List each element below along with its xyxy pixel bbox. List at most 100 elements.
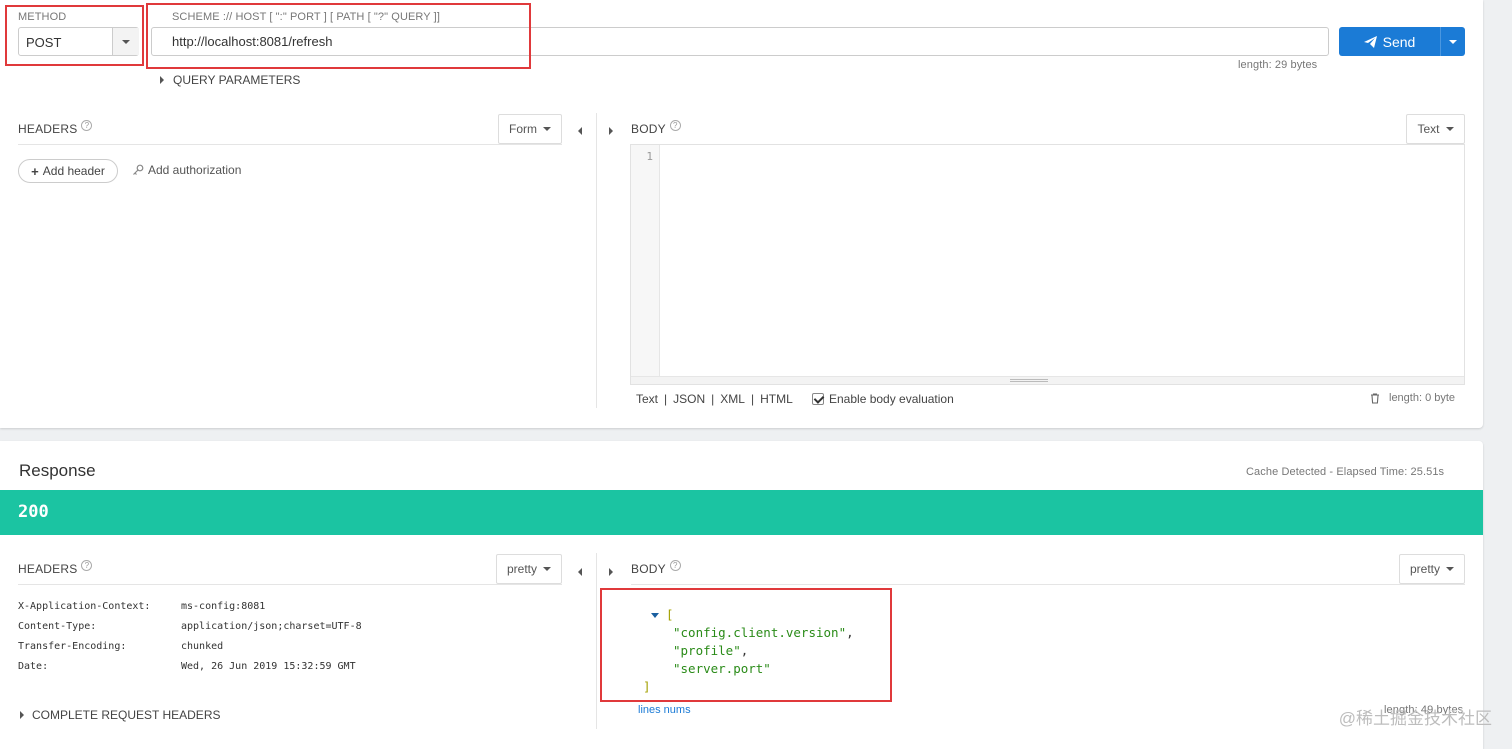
- line-number: 1: [646, 150, 653, 163]
- body-editor[interactable]: 1: [630, 144, 1465, 385]
- json-bracket: ]: [643, 679, 651, 694]
- response-body-mode-value: pretty: [1409, 562, 1440, 576]
- enable-body-evaluation[interactable]: Enable body evaluation: [812, 392, 954, 406]
- add-header-button[interactable]: + Add header: [18, 159, 118, 183]
- header-value: ms-config:8081: [181, 601, 266, 612]
- paper-plane-icon: [1363, 35, 1377, 48]
- separator: |: [711, 392, 715, 406]
- separator: |: [664, 392, 668, 406]
- json-item: "profile",: [673, 643, 749, 658]
- enable-eval-label: Enable body evaluation: [829, 392, 954, 406]
- format-xml-link[interactable]: XML: [720, 392, 745, 406]
- help-icon[interactable]: ?: [669, 560, 681, 571]
- collapse-left-icon[interactable]: [578, 565, 582, 579]
- header-key: Content-Type:: [18, 621, 97, 632]
- help-icon[interactable]: ?: [81, 560, 93, 571]
- response-headers-title-text: HEADERS: [18, 562, 78, 576]
- header-value: application/json;charset=UTF-8: [181, 621, 362, 632]
- json-array-close: ]: [643, 678, 854, 696]
- add-authorization-link[interactable]: Add authorization: [132, 163, 241, 177]
- json-string: "profile": [673, 643, 741, 658]
- help-icon[interactable]: ?: [669, 120, 681, 131]
- method-label: METHOD: [18, 11, 67, 23]
- method-select[interactable]: POST: [18, 27, 139, 56]
- url-format-label: SCHEME :// HOST [ ":" PORT ] [ PATH [ "?…: [172, 11, 440, 23]
- format-html-link[interactable]: HTML: [760, 392, 793, 406]
- trash-icon[interactable]: [1370, 392, 1380, 404]
- response-headers-mode-value: pretty: [506, 562, 537, 576]
- complete-request-headers-toggle[interactable]: COMPLETE REQUEST HEADERS: [20, 708, 220, 722]
- json-item: "server.port": [651, 660, 854, 678]
- watermark: @稀土掘金技术社区: [1338, 709, 1492, 728]
- headers-mode-select[interactable]: Form: [498, 114, 562, 144]
- body-length-info: length: 0 byte: [1370, 392, 1455, 404]
- collapse-left-icon[interactable]: [578, 124, 582, 138]
- json-string: "config.client.version": [673, 625, 847, 640]
- separator: |: [750, 392, 755, 406]
- response-body-title-text: BODY: [631, 562, 666, 576]
- divider: [18, 144, 562, 145]
- request-body-title: BODY?: [631, 120, 681, 136]
- complete-request-headers-label: COMPLETE REQUEST HEADERS: [32, 708, 221, 722]
- response-body-mode-select[interactable]: pretty: [1399, 554, 1465, 584]
- body-mode-value: Text: [1417, 122, 1440, 136]
- help-icon[interactable]: ?: [81, 120, 93, 131]
- panel-splitter[interactable]: [596, 113, 597, 408]
- chevron-right-icon: [20, 711, 24, 719]
- header-key: Transfer-Encoding:: [18, 641, 127, 652]
- divider: [18, 584, 562, 585]
- header-key: X-Application-Context:: [18, 601, 151, 612]
- send-button[interactable]: Send: [1339, 27, 1441, 56]
- chevron-down-icon: [1449, 39, 1457, 44]
- chevron-down-icon: [122, 39, 130, 44]
- send-label: Send: [1382, 33, 1416, 50]
- header-key: Date:: [18, 661, 49, 672]
- line-number-gutter: 1: [631, 145, 660, 376]
- query-parameters-toggle[interactable]: QUERY PARAMETERS: [160, 73, 300, 87]
- chevron-down-icon: [543, 567, 551, 571]
- url-input[interactable]: [151, 27, 1329, 56]
- key-icon: [133, 164, 144, 175]
- header-row: Transfer-Encoding: chunked: [18, 641, 362, 661]
- format-text-link[interactable]: Text: [636, 392, 658, 406]
- response-headers-mode-select[interactable]: pretty: [496, 554, 562, 584]
- chevron-down-icon: [1446, 567, 1454, 571]
- send-button-group[interactable]: Send: [1339, 27, 1465, 56]
- format-json-link[interactable]: JSON: [673, 392, 705, 406]
- chevron-down-icon: [543, 127, 551, 131]
- send-options-toggle[interactable]: [1441, 27, 1465, 56]
- header-value: chunked: [181, 641, 224, 652]
- status-code: 200: [18, 502, 49, 522]
- lines-nums-link[interactable]: lines nums: [638, 704, 691, 716]
- chevron-down-icon: [1445, 127, 1454, 131]
- collapse-right-icon[interactable]: [609, 565, 613, 579]
- editor-resize-handle[interactable]: [631, 376, 1464, 384]
- panel-splitter[interactable]: [596, 553, 597, 729]
- method-dropdown-toggle[interactable]: [112, 28, 139, 55]
- collapse-right-icon[interactable]: [609, 124, 613, 138]
- grip-icon: [1010, 379, 1048, 382]
- request-headers-title: HEADERS?: [18, 120, 93, 136]
- json-array-open: [: [651, 606, 854, 624]
- json-string: "server.port": [673, 661, 771, 676]
- response-title: Response: [19, 461, 96, 480]
- enable-eval-checkbox[interactable]: [812, 393, 824, 405]
- body-mode-select[interactable]: Text: [1406, 114, 1465, 144]
- json-item: "config.client.version",: [673, 625, 854, 640]
- request-body-title-text: BODY: [631, 122, 666, 136]
- chevron-right-icon: [160, 76, 164, 84]
- add-authorization-label: Add authorization: [148, 163, 242, 177]
- response-headers-list: X-Application-Context: ms-config:8081 Con…: [18, 601, 362, 681]
- add-header-label: Add header: [42, 164, 105, 178]
- response-json-viewer: [ "config.client.version", "profile", "s…: [643, 606, 854, 696]
- collapse-caret-icon[interactable]: [651, 613, 659, 618]
- header-row: X-Application-Context: ms-config:8081: [18, 601, 362, 621]
- body-length: length: 0 byte: [1389, 392, 1456, 404]
- body-format-links: Text | JSON | XML | HTML: [636, 392, 793, 406]
- headers-mode-value: Form: [509, 122, 537, 136]
- status-code-bar: 200: [0, 490, 1483, 535]
- response-panel: Response Cache Detected - Elapsed Time: …: [0, 441, 1483, 749]
- header-value: Wed, 26 Jun 2019 15:32:59 GMT: [181, 661, 356, 672]
- header-row: Content-Type: application/json;charset=UT…: [18, 621, 362, 641]
- json-bracket: [: [666, 607, 674, 622]
